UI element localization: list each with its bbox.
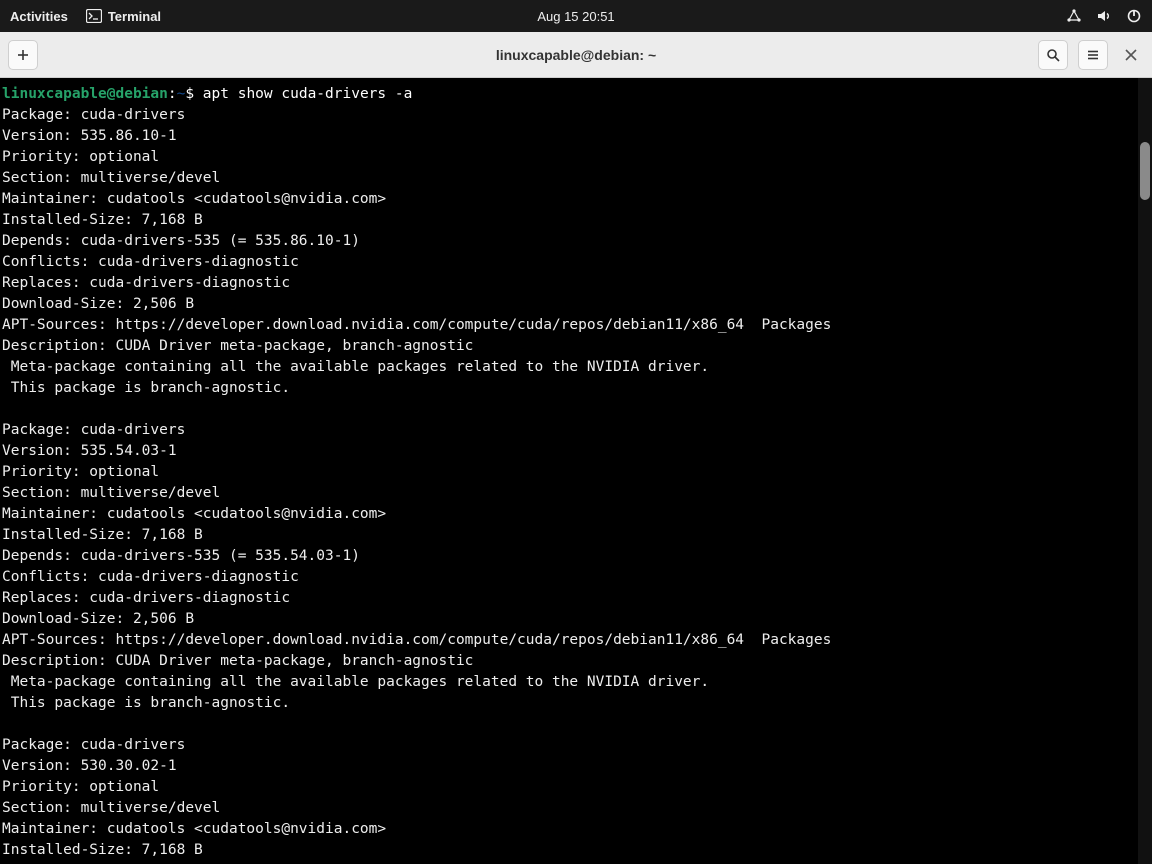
scrollbar-track[interactable] bbox=[1138, 78, 1152, 864]
window-title: linuxcapable@debian: ~ bbox=[496, 47, 656, 63]
prompt-dollar: $ bbox=[185, 86, 194, 102]
power-icon[interactable] bbox=[1126, 8, 1142, 24]
new-tab-button[interactable] bbox=[8, 40, 38, 70]
current-app-indicator[interactable]: Terminal bbox=[86, 9, 161, 24]
hamburger-menu-button[interactable] bbox=[1078, 40, 1108, 70]
terminal-icon bbox=[86, 9, 102, 23]
scrollbar-thumb[interactable] bbox=[1140, 142, 1150, 200]
top-bar-left: Activities Terminal bbox=[10, 9, 161, 24]
clock[interactable]: Aug 15 20:51 bbox=[537, 9, 614, 24]
activities-button[interactable]: Activities bbox=[10, 9, 68, 24]
system-tray bbox=[1066, 8, 1142, 24]
terminal-viewport[interactable]: linuxcapable@debian:~$ apt show cuda-dri… bbox=[0, 78, 1152, 864]
gnome-top-bar: Activities Terminal Aug 15 20:51 bbox=[0, 0, 1152, 32]
volume-icon[interactable] bbox=[1096, 8, 1112, 24]
current-app-label: Terminal bbox=[108, 9, 161, 24]
search-button[interactable] bbox=[1038, 40, 1068, 70]
network-icon[interactable] bbox=[1066, 8, 1082, 24]
terminal-output: Package: cuda-drivers Version: 535.86.10… bbox=[2, 107, 831, 858]
command-text: apt show cuda-drivers -a bbox=[194, 86, 412, 102]
close-button[interactable] bbox=[1118, 42, 1144, 68]
prompt-userhost: linuxcapable@debian bbox=[2, 86, 168, 102]
prompt-separator: : bbox=[168, 86, 177, 102]
window-titlebar: linuxcapable@debian: ~ bbox=[0, 32, 1152, 78]
